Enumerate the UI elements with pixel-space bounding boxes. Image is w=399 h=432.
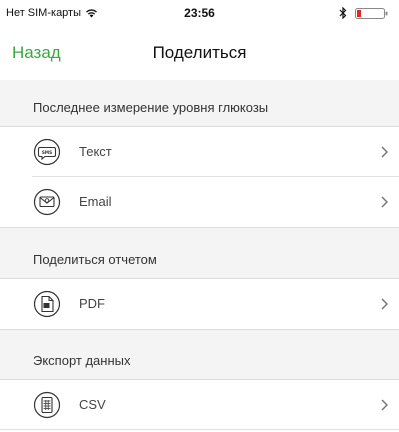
section-title: Последнее измерение уровня глюкозы — [33, 100, 269, 115]
bluetooth-icon — [339, 7, 347, 19]
pdf-icon — [33, 290, 61, 318]
chevron-right-icon — [381, 298, 388, 310]
section-title: Экспорт данных — [33, 353, 131, 368]
chevron-right-icon — [381, 399, 388, 411]
share-text-row[interactable]: SMS Текст — [0, 127, 399, 177]
sms-icon: SMS — [33, 138, 61, 166]
chevron-right-icon — [381, 146, 388, 158]
share-pdf-label: PDF — [79, 296, 105, 311]
section-header-last-measurement: Последнее измерение уровня глюкозы — [0, 80, 399, 127]
share-text-label: Текст — [79, 144, 112, 159]
section-header-export-data: Экспорт данных — [0, 329, 399, 380]
section-header-share-report: Поделиться отчетом — [0, 227, 399, 279]
csv-icon — [33, 391, 61, 419]
export-csv-label: CSV — [79, 397, 106, 412]
svg-text:SMS: SMS — [42, 150, 52, 155]
share-pdf-row[interactable]: PDF — [0, 279, 399, 329]
page-title: Поделиться — [152, 43, 247, 62]
share-email-row[interactable]: Email — [0, 177, 399, 227]
row-divider — [0, 429, 399, 430]
email-icon — [33, 188, 61, 216]
battery-icon — [355, 8, 388, 19]
nav-bar: Назад Поделиться — [0, 28, 399, 80]
share-email-label: Email — [79, 194, 112, 209]
export-csv-row[interactable]: CSV — [0, 380, 399, 430]
chevron-right-icon — [381, 196, 388, 208]
status-bar: Нет SIM-карты 23:56 — [0, 0, 399, 28]
section-title: Поделиться отчетом — [33, 252, 157, 267]
